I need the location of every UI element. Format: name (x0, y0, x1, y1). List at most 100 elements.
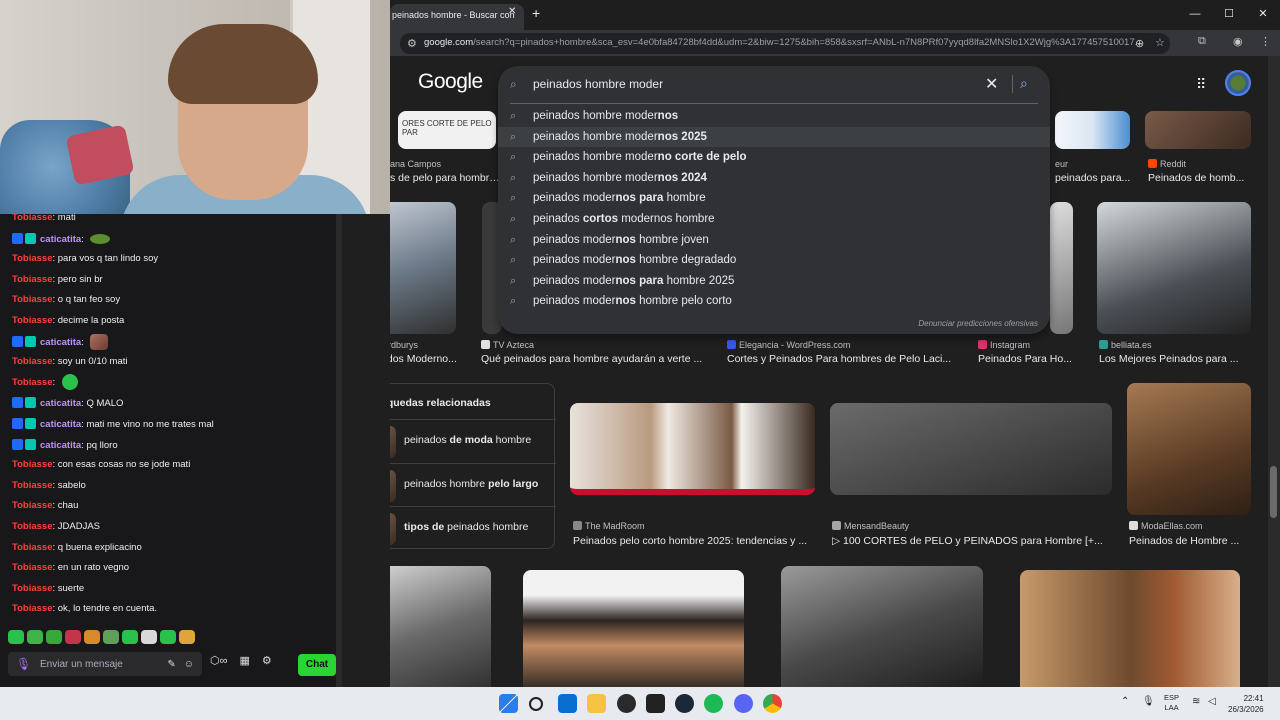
search-suggestion[interactable]: ⌕ peinados modernos hombre degradado (498, 250, 1050, 271)
result-title[interactable]: Peinados de homb... (1148, 172, 1248, 184)
chevron-up-icon[interactable]: ⌃ (1121, 696, 1129, 707)
result-title[interactable]: s de pelo para hombres (390, 172, 500, 184)
chat-username[interactable]: Tobiasse (12, 500, 52, 511)
menu-icon[interactable]: ⋮ (1260, 35, 1271, 48)
profile-icon[interactable]: ◉ (1233, 35, 1243, 48)
wifi-icon[interactable]: ≋ (1192, 696, 1200, 707)
clock[interactable]: 22:41 26/3/2026 (1228, 693, 1264, 715)
result-title[interactable]: ▷ 100 CORTES de PELO y PEINADOS para Hom… (832, 535, 1114, 547)
mic-icon[interactable]: 🎙 (16, 657, 34, 671)
chat-username[interactable]: Tobiasse (12, 315, 52, 326)
emote-icon[interactable] (141, 630, 157, 644)
emote-icon[interactable] (90, 333, 109, 350)
badges[interactable] (12, 435, 38, 456)
result-image[interactable] (523, 570, 744, 687)
badge-icon[interactable] (25, 335, 36, 347)
search-icon[interactable] (529, 697, 543, 711)
file-explorer-icon[interactable] (587, 694, 606, 713)
related-search-item[interactable]: tipos de peinados hombre (390, 506, 556, 549)
chrome-icon[interactable] (763, 694, 782, 713)
search-suggestion[interactable]: ⌕ peinados hombre modernos 2025 (498, 126, 1050, 148)
emote-icon[interactable] (65, 630, 81, 644)
badge-icon[interactable] (25, 417, 36, 429)
zoom-icon[interactable]: ⊕ (1135, 37, 1144, 50)
emote-icon[interactable] (160, 630, 176, 644)
chat-username[interactable]: Tobiasse (12, 377, 52, 388)
emote-icon[interactable] (46, 630, 62, 644)
address-bar[interactable]: ⚙ google.com/search?q=pinados+hombre&sca… (400, 33, 1170, 54)
steam-icon[interactable] (675, 694, 694, 713)
result-title[interactable]: Los Mejores Peinados para ... (1099, 353, 1249, 365)
badge-icon[interactable] (25, 397, 36, 409)
emote-icon[interactable] (122, 630, 138, 644)
badges[interactable] (12, 414, 38, 435)
emote-icon[interactable] (61, 374, 78, 391)
badge-icon[interactable] (12, 232, 23, 244)
emote-icon[interactable] (179, 630, 195, 644)
chat-send-button[interactable]: Chat (298, 654, 336, 676)
badges[interactable] (12, 332, 38, 353)
chat-input[interactable]: 🎙 Enviar un mensaje ✎ ☺ (8, 652, 202, 676)
chat-username[interactable]: Tobiasse (12, 562, 52, 573)
badge-icon[interactable] (25, 438, 36, 450)
related-search-item[interactable]: peinados hombre pelo largo (390, 463, 556, 506)
microphone-icon[interactable]: 🎙 (1142, 696, 1155, 707)
bits-icon[interactable]: ⬡∞ (210, 654, 227, 667)
apps-grid-icon[interactable]: ⠿ (1196, 76, 1206, 93)
chat-username[interactable]: caticatita (40, 336, 81, 347)
result-image[interactable] (390, 566, 491, 687)
chat-username[interactable]: caticatita (40, 439, 81, 450)
chat-username[interactable]: Tobiasse (12, 480, 52, 491)
result-title[interactable]: Qué peinados para hombre ayudarán a vert… (481, 353, 711, 365)
close-icon[interactable]: ✕ (1246, 0, 1280, 28)
chat-username[interactable]: Tobiasse (12, 294, 52, 305)
search-suggestion[interactable]: ⌕ peinados modernos hombre pelo corto (498, 291, 1050, 312)
minimize-icon[interactable]: — (1178, 0, 1212, 28)
result-title[interactable]: Peinados Para Ho... (978, 353, 1078, 365)
chat-username[interactable]: Tobiasse (12, 603, 52, 614)
emote-icon[interactable] (90, 233, 111, 244)
chat-username[interactable]: caticatita (40, 419, 81, 430)
search-suggestion[interactable]: ⌕ peinados cortos modernos hombre (498, 209, 1050, 230)
emote-icon[interactable] (8, 630, 24, 644)
chat-username[interactable]: Tobiasse (12, 459, 52, 470)
chat-username[interactable]: Tobiasse (12, 521, 52, 532)
clear-icon[interactable]: ✕ (985, 74, 998, 94)
result-title[interactable]: Cortes y Peinados Para hombres de Pelo L… (727, 353, 957, 365)
result-image[interactable] (1145, 111, 1251, 149)
result-image[interactable] (1127, 383, 1251, 515)
new-tab-button[interactable]: + (532, 5, 540, 21)
badges[interactable] (12, 229, 38, 250)
badge-icon[interactable] (12, 335, 23, 347)
obs-icon[interactable] (617, 694, 636, 713)
start-windows-icon[interactable] (499, 694, 518, 713)
speaker-icon[interactable]: ◁ (1208, 696, 1216, 707)
maximize-icon[interactable]: ☐ (1212, 0, 1246, 28)
search-suggestion[interactable]: ⌕ peinados hombre modernos (498, 106, 1050, 127)
search-input[interactable]: peinados hombre moder (533, 77, 663, 91)
result-title[interactable]: peinados para... (1055, 172, 1150, 184)
bookmark-star-icon[interactable]: ☆ (1155, 36, 1165, 49)
search-suggestion[interactable]: ⌕ peinados modernos hombre joven (498, 230, 1050, 251)
chat-scrollbar[interactable] (336, 214, 342, 687)
chat-username[interactable]: Tobiasse (12, 583, 52, 594)
settings-gear-icon[interactable]: ⚙ (262, 654, 272, 667)
chat-message-list[interactable]: Tobiasse: mati caticatita: Tobiasse: para… (0, 208, 336, 618)
search-submit-icon[interactable]: ⌕ (1020, 75, 1028, 92)
discord-icon[interactable] (734, 694, 753, 713)
result-image[interactable] (1055, 111, 1130, 149)
store-icon[interactable]: ▦ (239, 654, 249, 667)
result-image[interactable] (390, 202, 456, 334)
result-image[interactable]: ORES CORTE DE PELO PAR (398, 111, 496, 149)
chat-username[interactable]: Tobiasse (12, 356, 52, 367)
translate-icon[interactable]: ✎ (167, 659, 175, 670)
chat-username[interactable]: Tobiasse (12, 253, 52, 264)
badges[interactable] (12, 393, 38, 414)
page-scroll-thumb[interactable] (1270, 466, 1277, 518)
spotify-icon[interactable] (704, 694, 723, 713)
epic-games-icon[interactable] (646, 694, 665, 713)
chat-username[interactable]: Tobiasse (12, 212, 52, 223)
result-image[interactable] (1050, 202, 1073, 334)
store-icon[interactable] (558, 694, 577, 713)
result-image[interactable] (570, 403, 815, 495)
